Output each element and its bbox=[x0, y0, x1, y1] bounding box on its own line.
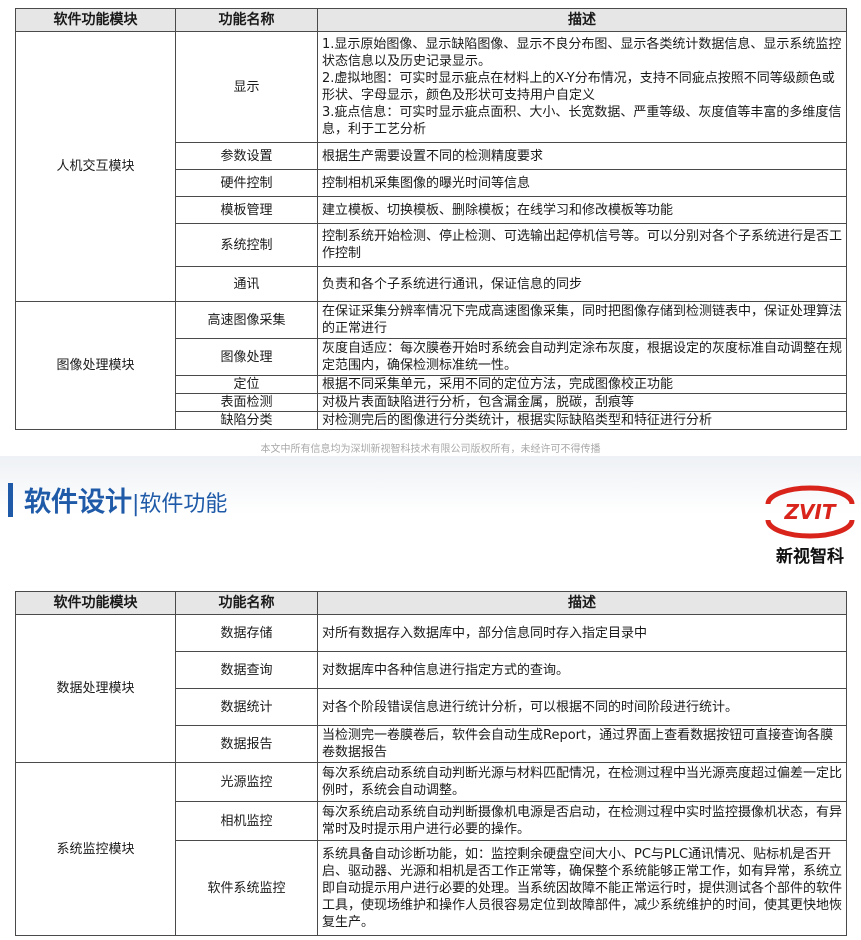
header-description: 描述 bbox=[317, 591, 847, 615]
function-cell: 缺陷分类 bbox=[175, 411, 318, 430]
description-cell: 对所有数据存入数据库中，部分信息同时存入指定目录中 bbox=[317, 614, 847, 652]
description-cell: 当检测完一卷膜卷后，软件会自动生成Report，通过界面上查看数据按钮可直接查询… bbox=[317, 725, 847, 763]
function-cell: 数据报告 bbox=[175, 725, 318, 763]
function-table-1: 软件功能模块 功能名称 描述 人机交互模块 显示 1.显示原始图像、显示缺陷图像… bbox=[15, 8, 847, 430]
function-cell: 通讯 bbox=[175, 266, 318, 302]
section-header-band bbox=[0, 456, 861, 586]
function-cell: 相机监控 bbox=[175, 801, 318, 841]
table-header-row: 软件功能模块 功能名称 描述 bbox=[15, 591, 847, 615]
function-cell: 光源监控 bbox=[175, 762, 318, 802]
function-cell: 数据存储 bbox=[175, 614, 318, 652]
function-cell: 硬件控制 bbox=[175, 169, 318, 197]
description-cell: 控制相机采集图像的曝光时间等信息 bbox=[317, 169, 847, 197]
section-title-main: 软件设计 bbox=[24, 487, 132, 518]
function-cell: 定位 bbox=[175, 375, 318, 394]
description-cell: 灰度自适应：每次膜卷开始时系统会自动判定涂布灰度，根据设定的灰度标准自动调整在规… bbox=[317, 338, 847, 376]
description-cell: 控制系统开始检测、停止检测、可选输出起停机信号等。可以分别对各个子系统进行是否工… bbox=[317, 223, 847, 267]
description-cell: 根据生产需要设置不同的检测精度要求 bbox=[317, 142, 847, 170]
document-page: 软件功能模块 功能名称 描述 人机交互模块 显示 1.显示原始图像、显示缺陷图像… bbox=[0, 0, 861, 940]
description-cell: 建立模板、切换模板、删除模板；在线学习和修改模板等功能 bbox=[317, 196, 847, 224]
function-cell: 数据统计 bbox=[175, 688, 318, 726]
table-row: 图像处理模块 高速图像采集 在保证采集分辨率情况下完成高速图像采集，同时把图像存… bbox=[15, 301, 847, 430]
logo-mark: ZVIT bbox=[783, 500, 836, 524]
module-cell: 图像处理模块 bbox=[15, 301, 176, 430]
header-function: 功能名称 bbox=[175, 8, 318, 32]
function-cell: 模板管理 bbox=[175, 196, 318, 224]
description-cell: 对极片表面缺陷进行分析，包含漏金属，脱碳，刮痕等 bbox=[317, 393, 847, 412]
function-cell: 数据查询 bbox=[175, 651, 318, 689]
copyright-footer: 本文中所有信息均为深圳新视智科技术有限公司版权所有，未经许可不得传播 bbox=[260, 444, 601, 455]
function-cell: 软件系统监控 bbox=[175, 840, 318, 936]
section-title: 软件设计|软件功能 bbox=[24, 480, 227, 519]
module-cell: 人机交互模块 bbox=[15, 31, 176, 302]
header-description: 描述 bbox=[317, 8, 847, 32]
description-cell: 系统具备自动诊断功能，如：监控剩余硬盘空间大小、PC与PLC通讯情况、贴标机是否… bbox=[317, 840, 847, 936]
description-cell: 1.显示原始图像、显示缺陷图像、显示不良分布图、显示各类统计数据信息、显示系统监… bbox=[317, 31, 847, 143]
function-cell: 高速图像采集 bbox=[175, 301, 318, 339]
header-module: 软件功能模块 bbox=[15, 8, 176, 32]
header-module: 软件功能模块 bbox=[15, 591, 176, 615]
function-cell: 图像处理 bbox=[175, 338, 318, 376]
function-cell: 表面检测 bbox=[175, 393, 318, 412]
description-cell: 对数据库中各种信息进行指定方式的查询。 bbox=[317, 651, 847, 689]
section-title-accent-bar bbox=[8, 483, 13, 517]
header-function: 功能名称 bbox=[175, 591, 318, 615]
description-cell: 在保证采集分辨率情况下完成高速图像采集，同时把图像存储到检测链表中，保证处理算法… bbox=[317, 301, 847, 339]
description-cell: 根据不同采集单元，采用不同的定位方法，完成图像校正功能 bbox=[317, 375, 847, 394]
description-cell: 对检测完后的图像进行分类统计，根据实际缺陷类型和特征进行分析 bbox=[317, 411, 847, 430]
section-subtitle: 软件功能 bbox=[139, 492, 228, 517]
description-cell: 每次系统启动系统自动判断光源与材料匹配情况，在检测过程中当光源亮度超过偏差一定比… bbox=[317, 762, 847, 802]
function-cell: 显示 bbox=[175, 31, 318, 143]
table-row: 人机交互模块 显示 1.显示原始图像、显示缺陷图像、显示不良分布图、显示各类统计… bbox=[15, 31, 847, 302]
description-cell: 负责和各个子系统进行通讯，保证信息的同步 bbox=[317, 266, 847, 302]
table-row: 数据处理模块 数据存储 对所有数据存入数据库中，部分信息同时存入指定目录中 bbox=[15, 614, 847, 763]
description-text: 1.显示原始图像、显示缺陷图像、显示不良分布图、显示各类统计数据信息、显示系统监… bbox=[322, 37, 842, 137]
description-cell: 每次系统启动系统自动判断摄像机电源是否启动，在检测过程中实时监控摄像机状态，有异… bbox=[317, 801, 847, 841]
company-name: 新视智科 bbox=[776, 547, 844, 567]
table-row: 系统监控模块 光源监控 每次系统启动系统自动判断光源与材料匹配情况，在检测过程中… bbox=[15, 762, 847, 936]
function-cell: 系统控制 bbox=[175, 223, 318, 267]
module-cell: 系统监控模块 bbox=[15, 762, 176, 936]
table-header-row: 软件功能模块 功能名称 描述 bbox=[15, 8, 847, 32]
description-cell: 对各个阶段错误信息进行统计分析，可以根据不同的时间阶段进行统计。 bbox=[317, 688, 847, 726]
function-cell: 参数设置 bbox=[175, 142, 318, 170]
top-logo-fragment bbox=[790, 0, 850, 8]
function-table-2: 软件功能模块 功能名称 描述 数据处理模块 数据存储 对所有数据存入数据库中，部… bbox=[15, 591, 847, 936]
module-cell: 数据处理模块 bbox=[15, 614, 176, 763]
